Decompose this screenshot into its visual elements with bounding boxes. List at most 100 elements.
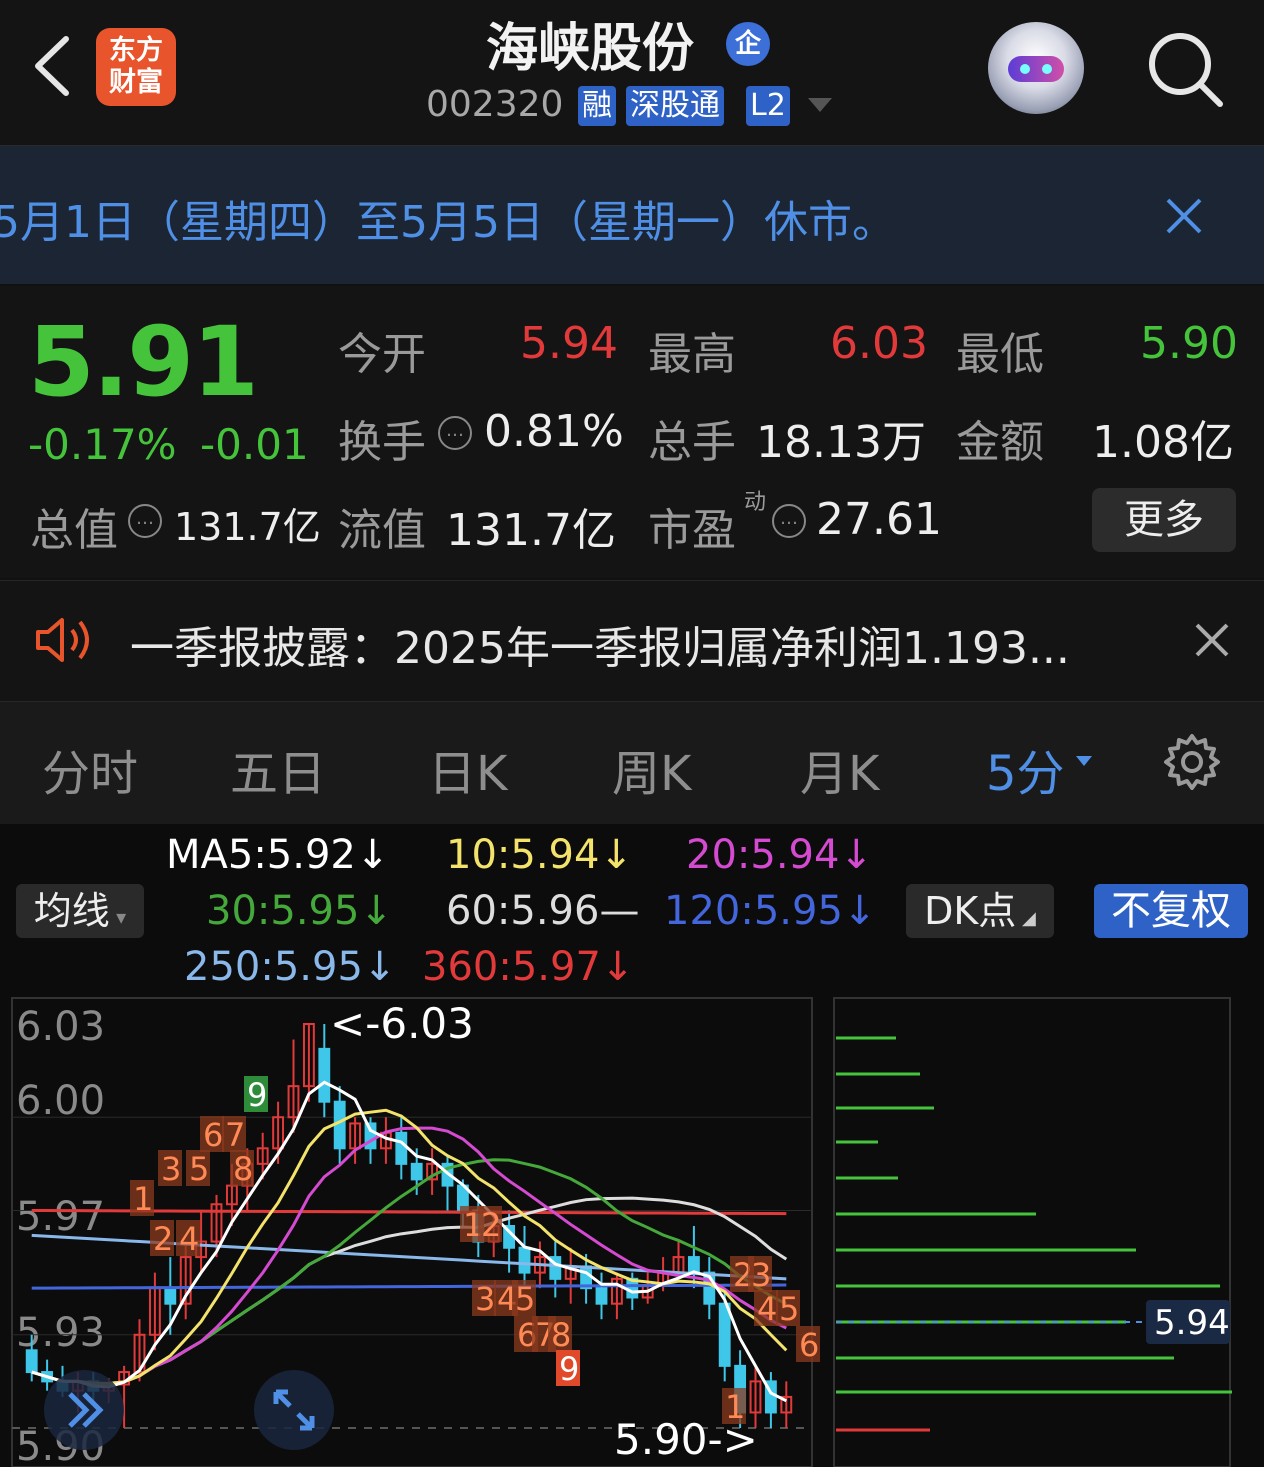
candlestick-chart[interactable]: 6.03 6.00 5.97 5.93 5.90 12 43 5 86 79123 456… xyxy=(0,990,1264,1467)
notice-text: 5月1日（星期四）至5月5日（星期一）休市。 xyxy=(0,197,896,248)
sz-connect-tag: 深股通 xyxy=(626,86,724,126)
fullscreen-button xyxy=(254,1370,334,1450)
candle-body xyxy=(595,1287,608,1305)
dk-marker-count: 8 xyxy=(233,1150,253,1188)
low-value: 5.90 xyxy=(1140,318,1238,369)
candle-body xyxy=(318,1047,331,1103)
dk-point-button[interactable]: DK点 ◢ xyxy=(906,884,1054,938)
info-icon[interactable]: … xyxy=(772,504,806,538)
dk-marker-count: 3 xyxy=(161,1150,181,1188)
float-value-label: 流值 xyxy=(338,505,426,556)
logo-line1: 东方 xyxy=(109,35,163,66)
dk-marker-count: 8 xyxy=(551,1316,571,1354)
margin-tag: 融 xyxy=(578,86,616,126)
volume-value: 18.13万 xyxy=(756,417,926,468)
more-button[interactable]: 更多 xyxy=(1092,488,1236,552)
candle-body xyxy=(164,1287,177,1305)
max-price-marker: <-6.03 xyxy=(330,999,474,1048)
dk-marker-count: 5 xyxy=(779,1290,799,1328)
chevron-down-icon[interactable] xyxy=(1076,756,1092,766)
low-label: 最低 xyxy=(956,329,1044,380)
gear-icon[interactable] xyxy=(1162,732,1222,792)
dk-marker-count: 6 xyxy=(203,1116,223,1154)
tab-intraday[interactable]: 分时 xyxy=(42,734,138,804)
ma250-legend: 250:5.95↓ xyxy=(184,944,397,990)
close-icon[interactable] xyxy=(1162,194,1206,238)
dk-marker-count: 2 xyxy=(481,1206,501,1244)
amount-label: 金额 xyxy=(956,417,1044,468)
ma10-legend: 10:5.94↓ xyxy=(446,832,633,878)
tab-monthly-k[interactable]: 月K xyxy=(800,734,879,804)
adjust-mode-button[interactable]: 不复权 xyxy=(1094,884,1248,938)
candle-body xyxy=(518,1246,531,1274)
logo-line2: 财富 xyxy=(109,67,163,98)
dk-marker-count: 5 xyxy=(189,1150,209,1188)
tab-weekly-k[interactable]: 周K xyxy=(612,734,691,804)
close-icon[interactable] xyxy=(1194,622,1230,658)
change-percent: -0.17% xyxy=(28,420,177,469)
ma60-legend: 60:5.96— xyxy=(446,888,640,934)
book-price-label: 5.94 xyxy=(1154,1303,1230,1343)
order-book-bars xyxy=(836,1036,1232,1432)
pe-label: 市盈 xyxy=(648,505,736,556)
dk-marker-count: 2 xyxy=(153,1220,173,1258)
pe-dynamic-sup: 动 xyxy=(744,490,767,515)
amount-value: 1.08亿 xyxy=(1092,417,1234,468)
turnover-value: 0.81% xyxy=(484,406,624,457)
turnover-label: 换手 xyxy=(338,417,426,468)
pe-value: 27.61 xyxy=(816,494,942,545)
tab-5min[interactable]: 5分 xyxy=(986,734,1065,804)
announcement-text[interactable]: 一季报披露：2025年一季报归属净利润1.193... xyxy=(130,612,1070,676)
volume-label: 总手 xyxy=(648,417,736,468)
dk-marker-count: 3 xyxy=(751,1256,771,1294)
stock-name: 海峡股份 xyxy=(485,19,694,79)
dk-marker-count: 3 xyxy=(475,1280,495,1318)
dk-marker-count: 9 xyxy=(559,1350,579,1388)
back-arrow-icon[interactable] xyxy=(30,35,74,97)
ma120-legend: 120:5.95↓ xyxy=(664,888,877,934)
dk-marker-count: 6 xyxy=(799,1326,819,1364)
info-icon[interactable]: … xyxy=(128,504,162,538)
high-label: 最高 xyxy=(648,329,736,380)
dk-marker-count: 7 xyxy=(225,1116,245,1154)
dk-marker-count: 5 xyxy=(515,1280,535,1318)
l2-tag: L2 xyxy=(746,86,790,126)
y-tick: 5.93 xyxy=(16,1310,105,1356)
search-icon[interactable] xyxy=(1146,30,1226,110)
y-tick: 5.97 xyxy=(16,1194,105,1240)
ma-selector-label: 均线 xyxy=(33,889,110,933)
dk-marker-count: 4 xyxy=(757,1290,777,1328)
min-price-marker: 5.90-> xyxy=(614,1415,758,1464)
tab-five-day[interactable]: 五日 xyxy=(230,734,326,804)
candle-body xyxy=(395,1131,408,1165)
stock-code: 002320 xyxy=(426,84,564,125)
open-value: 5.94 xyxy=(520,318,618,369)
tab-daily-k[interactable]: 日K xyxy=(428,734,507,804)
high-value: 6.03 xyxy=(830,318,928,369)
info-icon[interactable]: … xyxy=(438,416,472,450)
robot-assistant-icon[interactable] xyxy=(988,22,1084,114)
ma120-line xyxy=(31,1283,787,1290)
dk-marker-count: 1 xyxy=(133,1180,153,1218)
total-value: 131.7亿 xyxy=(174,505,321,549)
top-bar: 东方 财富 海峡股份 企 002320 融 深股通 L2 xyxy=(0,0,1264,146)
change-value: -0.01 xyxy=(200,420,309,469)
candle-body xyxy=(718,1302,731,1367)
ma360-legend: 360:5.97↓ xyxy=(422,944,635,990)
dk-marker-count: 4 xyxy=(179,1220,199,1258)
dk-marker-count: 9 xyxy=(247,1076,267,1114)
candle-body xyxy=(410,1162,423,1181)
dk-markers: 12 43 5 86 79123 456789234 561 xyxy=(130,1076,820,1426)
enterprise-badge: 企 xyxy=(726,22,770,66)
order-book-frame xyxy=(833,997,1231,1467)
speaker-icon xyxy=(36,618,89,662)
ma20-legend: 20:5.94↓ xyxy=(686,832,873,878)
total-value-label: 总值 xyxy=(30,505,118,556)
dk-point-label: DK点 xyxy=(924,889,1017,933)
candle-body xyxy=(25,1349,38,1374)
last-price: 5.91 xyxy=(28,306,259,418)
open-label: 今开 xyxy=(338,329,426,380)
app-logo[interactable]: 东方 财富 xyxy=(96,28,176,106)
chevron-down-icon[interactable] xyxy=(808,98,832,112)
ma-selector-button[interactable]: 均线 ▾ xyxy=(16,884,144,938)
